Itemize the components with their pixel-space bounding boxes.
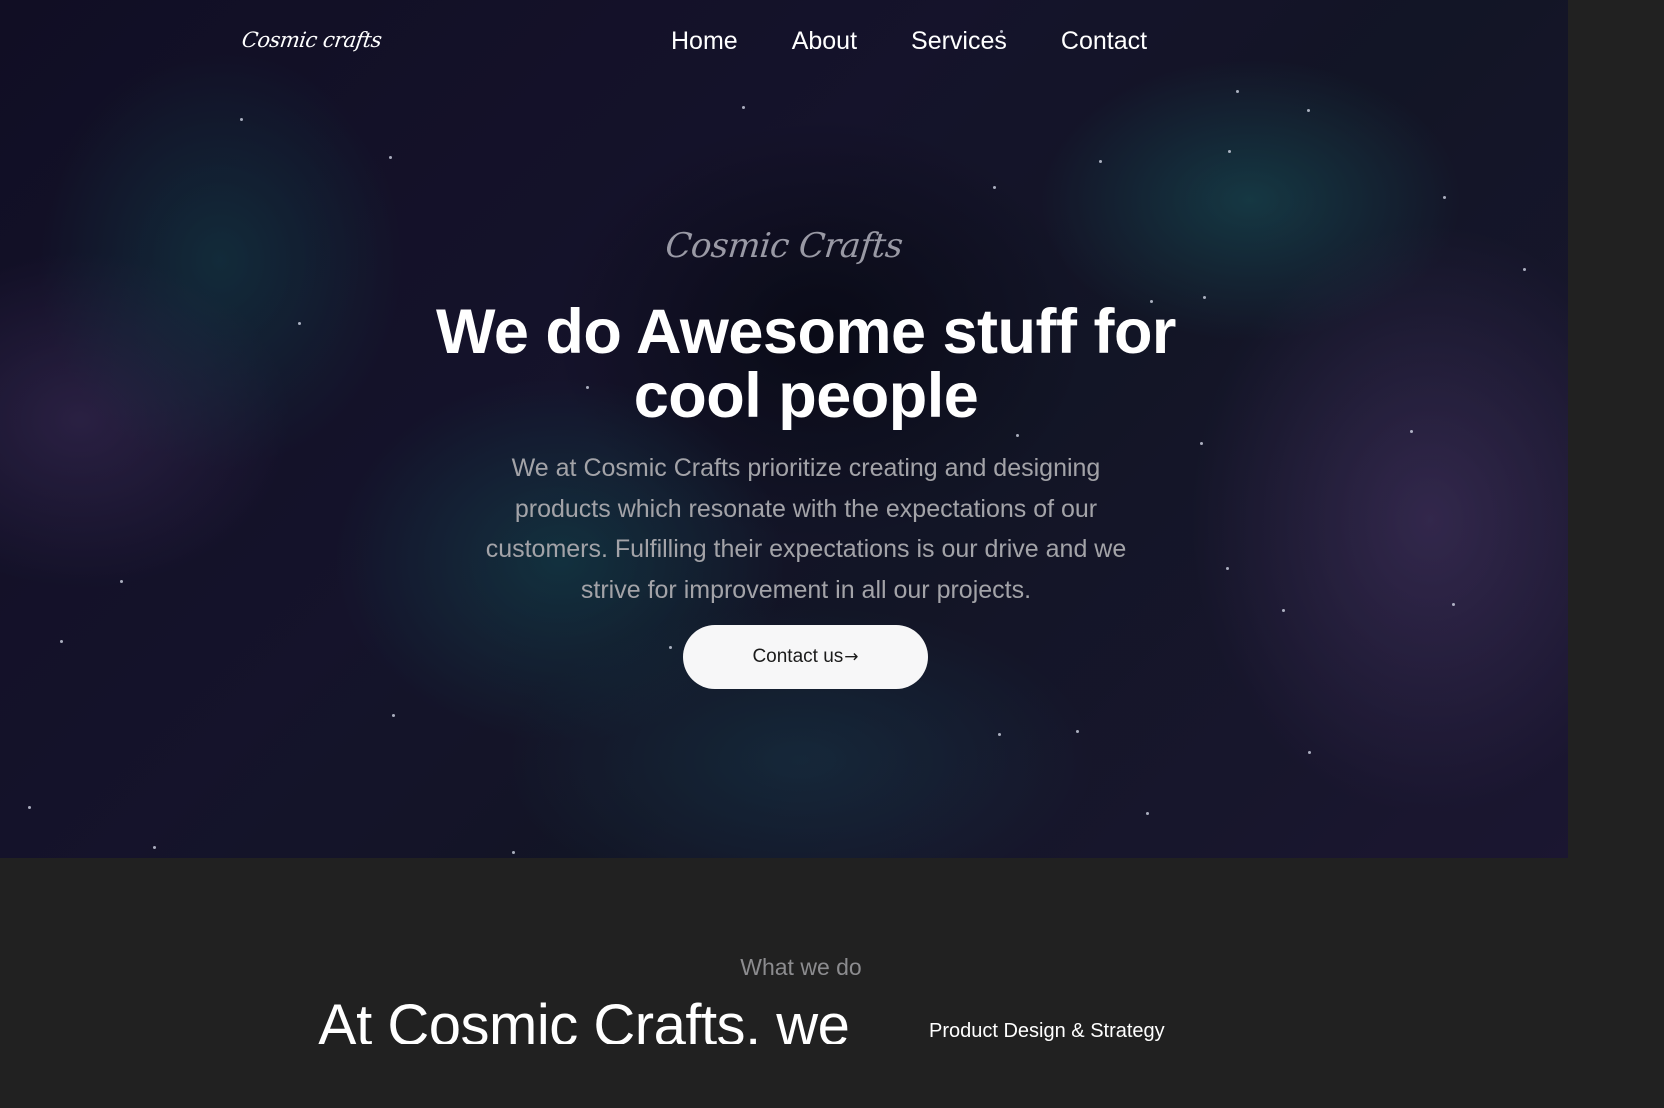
star [120,580,123,583]
star [392,714,395,717]
star [993,186,996,189]
star [998,733,1001,736]
star [1307,109,1310,112]
contact-us-button[interactable]: Contact us → [683,625,928,689]
star [1146,812,1149,815]
star [1016,434,1019,437]
page: Cosmic crafts Home About Services Contac… [0,0,1568,1044]
arrow-right-icon: → [844,647,859,667]
star [389,156,392,159]
star [1226,567,1229,570]
star [1099,160,1102,163]
what-we-do-section: What we do At Cosmic Crafts, we Product … [0,858,1568,1044]
nav-home[interactable]: Home [671,24,738,58]
contact-us-label: Contact us [752,646,844,667]
star [1076,730,1079,733]
service-title: Product Design & Strategy [929,1020,1165,1042]
hero-eyebrow: Cosmic Crafts [663,226,905,266]
star [153,846,156,849]
hero-headline: We do Awesome stuff for cool people [436,297,1176,431]
star [1203,296,1206,299]
main-nav: Home About Services Contact [671,24,1147,58]
star [512,851,515,854]
hero-description: We at Cosmic Crafts prioritize creating … [485,454,1127,604]
nav-services[interactable]: Services [911,24,1007,58]
star [1200,442,1203,445]
star [1523,268,1526,271]
star [1410,430,1413,433]
star [60,640,63,643]
star [240,118,243,121]
star [1282,609,1285,612]
star [298,322,301,325]
star [742,106,745,109]
logo[interactable]: Cosmic crafts [240,28,383,52]
star [669,646,672,649]
section-heading: At Cosmic Crafts, we [318,993,850,1045]
star [1236,90,1239,93]
star [1452,603,1455,606]
nav-about[interactable]: About [792,24,857,58]
hero-section: Cosmic crafts Home About Services Contac… [0,0,1568,858]
star [1443,196,1446,199]
star [1228,150,1231,153]
star [28,806,31,809]
nav-contact[interactable]: Contact [1061,24,1147,58]
star [1308,751,1311,754]
section-eyebrow: What we do [740,954,862,980]
